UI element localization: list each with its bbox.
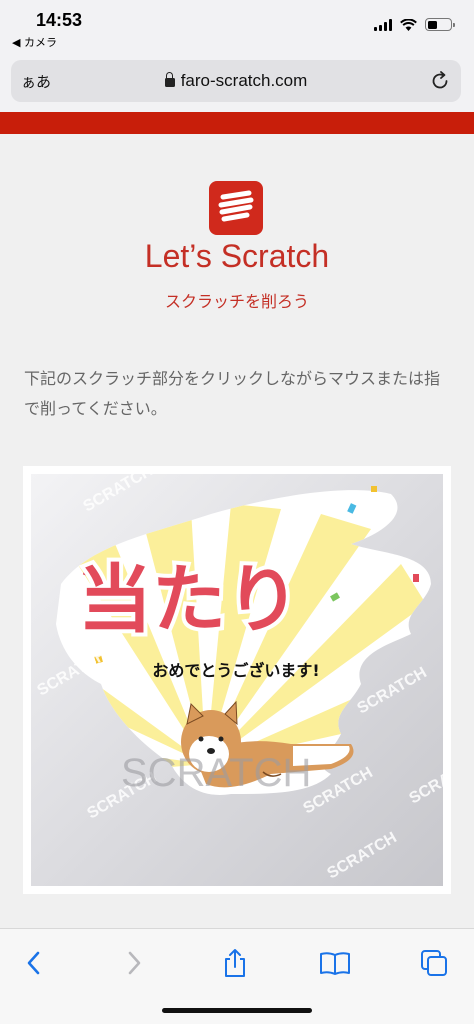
- site-subtitle: スクラッチを削ろう: [164, 292, 309, 311]
- scratch-card[interactable]: 当たり おめでとうございます! SCRATCH SCRATCH SCRATCH: [23, 466, 451, 894]
- signal-icon: [374, 18, 392, 31]
- status-icons: [374, 18, 455, 31]
- bookmarks-icon: [320, 952, 350, 975]
- url-display[interactable]: faro-scratch.com: [11, 71, 461, 91]
- scratch-logo: [209, 181, 263, 235]
- back-button[interactable]: [14, 943, 54, 983]
- site-title: Let’s Scratch: [144, 238, 330, 274]
- congrats-message: おめでとうございます!: [152, 661, 319, 680]
- tabs-button[interactable]: [414, 943, 454, 983]
- reload-icon[interactable]: [429, 70, 451, 92]
- wifi-icon: [400, 18, 417, 31]
- url-text: faro-scratch.com: [180, 71, 308, 90]
- tabs-icon: [421, 950, 447, 976]
- scratch-watermark-center: SCRATCH: [121, 751, 311, 795]
- lock-icon: [164, 72, 175, 87]
- home-indicator: [162, 1008, 312, 1013]
- back-to-app-link[interactable]: ◀ カメラ: [12, 34, 57, 50]
- forward-button[interactable]: [114, 943, 154, 983]
- address-bar[interactable]: ぁあ faro-scratch.com: [11, 60, 461, 102]
- header-bar: [0, 112, 474, 134]
- status-bar: 14:53 ◀ カメラ: [0, 0, 474, 52]
- result-title: 当たり: [78, 557, 300, 643]
- scratch-area[interactable]: 当たり おめでとうございます! SCRATCH SCRATCH SCRATCH: [31, 474, 443, 886]
- share-button[interactable]: [215, 943, 255, 983]
- share-icon: [225, 949, 245, 977]
- bookmarks-button[interactable]: [315, 943, 355, 983]
- battery-icon: [425, 18, 455, 31]
- instructions-text: 下記のスクラッチ部分をクリックしながらマウスまたは指で削ってください。: [24, 369, 441, 418]
- forward-icon: [128, 951, 141, 975]
- browser-toolbar: ぁあ faro-scratch.com: [0, 52, 474, 112]
- clock: 14:53: [36, 10, 83, 30]
- back-icon: [27, 951, 40, 975]
